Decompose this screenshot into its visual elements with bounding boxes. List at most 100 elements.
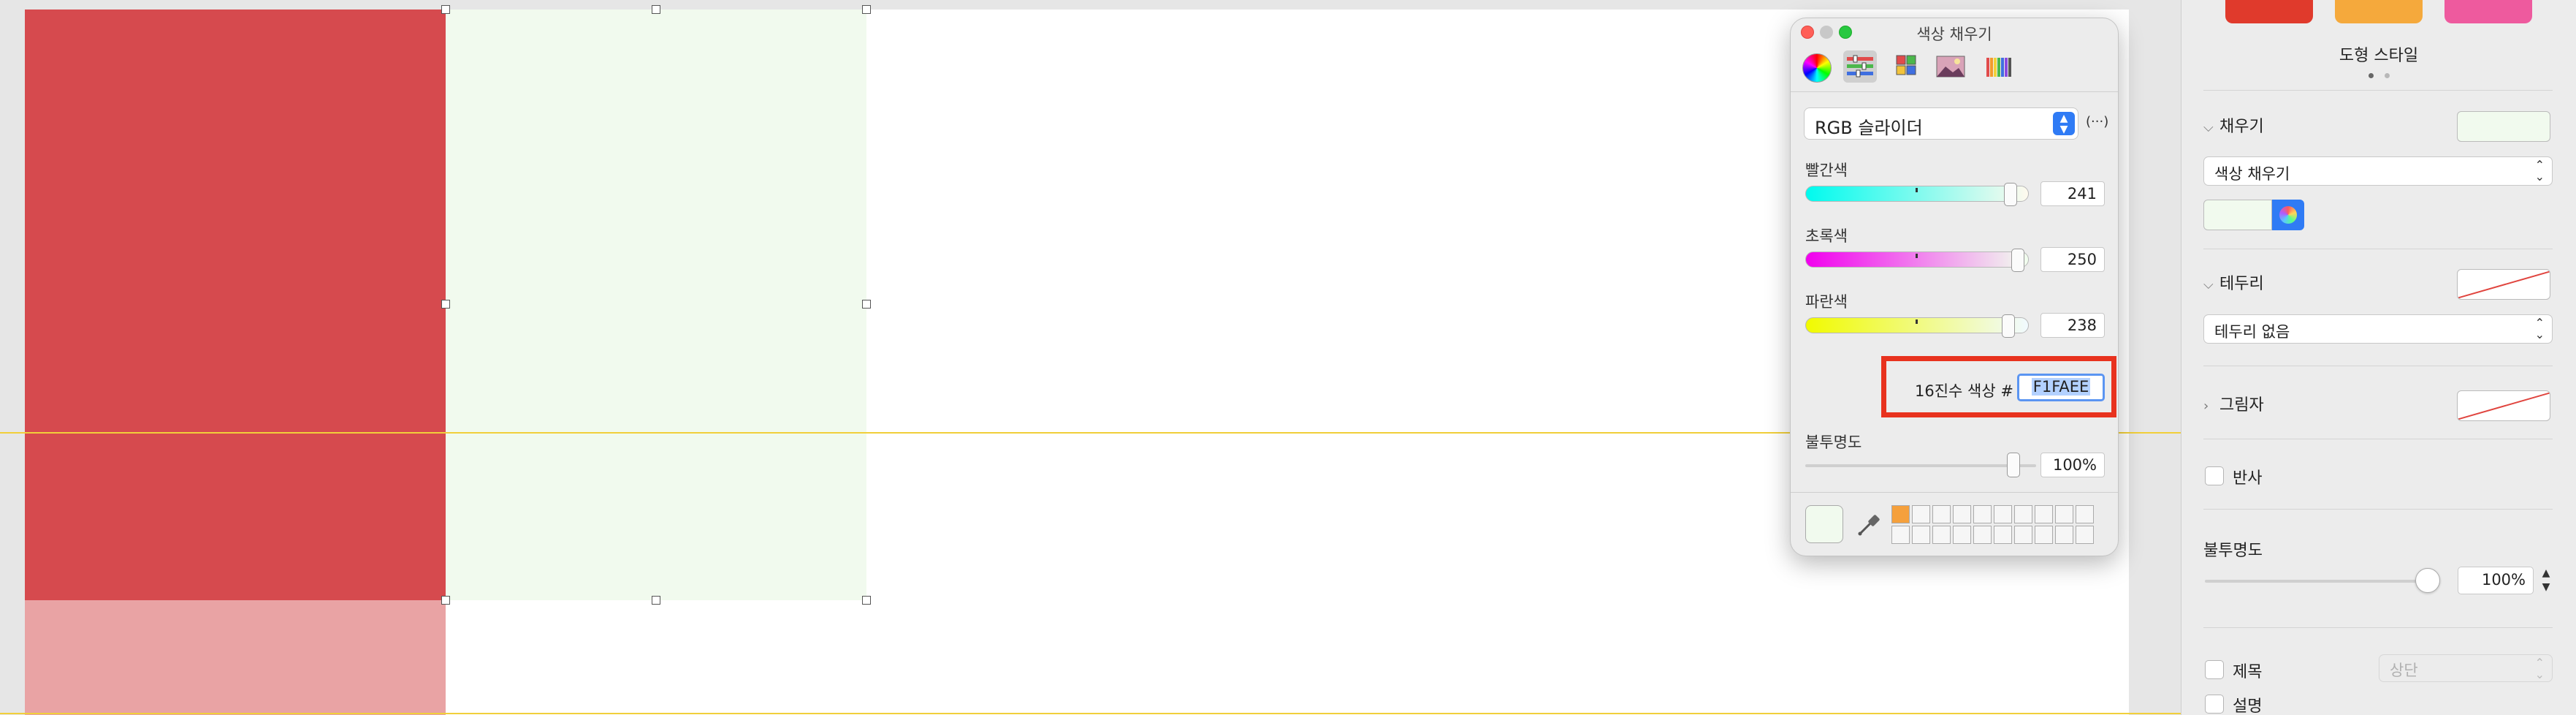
selection-handle[interactable] xyxy=(441,300,450,309)
border-section-toggle[interactable]: ⌵ 테두리 xyxy=(2203,271,2264,294)
color-swatch-slot[interactable] xyxy=(2035,526,2053,544)
reflection-checkbox[interactable] xyxy=(2205,466,2224,485)
color-swatch-slot[interactable] xyxy=(1973,505,1992,523)
panel-divider xyxy=(1791,492,2118,493)
fill-heading: 채우기 xyxy=(2219,118,2264,136)
color-swatch-slot[interactable] xyxy=(2035,505,2053,523)
color-sliders-icon[interactable] xyxy=(1843,50,1877,83)
color-swatch-slot[interactable] xyxy=(1932,526,1951,544)
color-swatch-slot[interactable] xyxy=(2014,526,2032,544)
slider-midpoint-marker xyxy=(1916,319,1918,324)
chevron-up-down-icon: ⌃ ⌄ xyxy=(2534,316,2545,341)
hex-color-field[interactable]: F1FAEE xyxy=(2017,374,2105,401)
shape-style-swatch-pink[interactable] xyxy=(2444,0,2532,23)
color-swatch-slot[interactable] xyxy=(2055,526,2073,544)
title-checkbox[interactable] xyxy=(2205,660,2224,679)
opacity-slider[interactable] xyxy=(1805,464,2036,467)
inspector-opacity-field[interactable]: 100% xyxy=(2458,567,2534,594)
green-rectangle-shape-selected[interactable] xyxy=(446,10,866,600)
color-swatch-slot[interactable] xyxy=(1891,526,1910,544)
color-swatch-slot[interactable] xyxy=(1953,526,1971,544)
alignment-guide xyxy=(0,713,2181,714)
opacity-slider-thumb[interactable] xyxy=(2007,453,2020,477)
shadow-section-toggle[interactable]: › 그림자 xyxy=(2203,392,2264,415)
color-swatch-slot[interactable] xyxy=(2014,505,2032,523)
green-slider-label: 초록색 xyxy=(1805,227,1848,245)
fill-color-button[interactable] xyxy=(2203,200,2272,230)
color-swatch-slot[interactable] xyxy=(1994,505,2012,523)
color-swatch-slot[interactable] xyxy=(1891,505,1910,523)
document-canvas[interactable]: 색상 채우기 RGB 슬라이더 ▲ ▼ (···) 빨간색 241 초록색 25… xyxy=(0,0,2181,715)
blue-value-field[interactable]: 238 xyxy=(2040,313,2105,338)
opacity-stepper[interactable]: ▲ ▼ xyxy=(2538,567,2554,594)
color-swatch-slot[interactable] xyxy=(1912,526,1930,544)
color-wheel-icon[interactable] xyxy=(2272,200,2304,230)
page-dot[interactable] xyxy=(2385,73,2390,78)
color-fill-panel: 색상 채우기 RGB 슬라이더 ▲ ▼ (···) 빨간색 241 초록색 25… xyxy=(1790,18,2119,556)
border-type-select[interactable]: 테두리 없음 ⌃ ⌄ xyxy=(2203,314,2553,344)
selection-handle[interactable] xyxy=(862,300,871,309)
color-swatch-slot[interactable] xyxy=(2076,505,2094,523)
section-divider xyxy=(2203,509,2553,510)
red-slider-thumb[interactable] xyxy=(2004,183,2018,206)
chevron-down-icon: ⌵ xyxy=(2203,120,2214,135)
section-divider xyxy=(2203,627,2553,628)
reflection-label: 반사 xyxy=(2233,469,2263,488)
shadow-preview[interactable] xyxy=(2457,390,2550,421)
current-color-swatch[interactable] xyxy=(1805,505,1843,543)
blue-slider[interactable] xyxy=(1805,314,2029,338)
eyedropper-icon[interactable] xyxy=(1852,508,1884,540)
green-value-field[interactable]: 250 xyxy=(2040,247,2105,272)
color-palettes-icon[interactable] xyxy=(1890,50,1924,83)
selection-handle[interactable] xyxy=(441,5,450,14)
color-mode-select[interactable]: RGB 슬라이더 ▲ ▼ xyxy=(1804,107,2078,140)
more-options-button[interactable]: (···) xyxy=(2086,114,2108,133)
fill-type-select[interactable]: 색상 채우기 ⌃ ⌄ xyxy=(2203,156,2553,186)
slider-midpoint-marker xyxy=(1916,188,1918,192)
saved-color-swatches xyxy=(1891,505,2094,544)
green-slider[interactable] xyxy=(1805,249,2029,272)
title-position-select[interactable]: 상단 ⌃ ⌄ xyxy=(2379,654,2553,682)
shape-style-title: 도형 스타일 xyxy=(2339,47,2419,65)
caption-checkbox-label: 설명 xyxy=(2233,697,2263,715)
blue-slider-thumb[interactable] xyxy=(2001,314,2015,338)
section-divider xyxy=(2203,90,2553,91)
fill-section-toggle[interactable]: ⌵ 채우기 xyxy=(2203,113,2264,137)
selection-handle[interactable] xyxy=(441,596,450,605)
title-checkbox-label: 제목 xyxy=(2233,663,2263,681)
selection-handle[interactable] xyxy=(652,5,660,14)
opacity-heading: 불투명도 xyxy=(2203,542,2263,560)
shape-style-swatch-orange[interactable] xyxy=(2335,0,2423,23)
no-border-line xyxy=(2458,270,2550,299)
color-swatch-slot[interactable] xyxy=(1932,505,1951,523)
no-shadow-line xyxy=(2458,391,2550,420)
inspector-opacity-slider[interactable] xyxy=(2205,580,2424,583)
shape-style-swatch-red[interactable] xyxy=(2225,0,2313,23)
color-swatch-slot[interactable] xyxy=(2076,526,2094,544)
red-rectangle-shape[interactable] xyxy=(25,10,446,600)
color-swatch-slot[interactable] xyxy=(2055,505,2073,523)
pink-rectangle-shape[interactable] xyxy=(25,600,446,715)
green-slider-thumb[interactable] xyxy=(2011,249,2025,272)
red-slider[interactable] xyxy=(1805,183,2029,206)
color-swatch-slot[interactable] xyxy=(1912,505,1930,523)
color-swatch-slot[interactable] xyxy=(1973,526,1992,544)
inspector-opacity-slider-thumb[interactable] xyxy=(2415,568,2440,593)
opacity-label: 불투명도 xyxy=(1805,434,1862,451)
page-dot-active[interactable] xyxy=(2369,73,2374,78)
caption-checkbox[interactable] xyxy=(2205,695,2224,714)
fill-color-well[interactable] xyxy=(2457,111,2550,142)
pencils-icon[interactable] xyxy=(1982,50,2016,83)
color-wheel-icon[interactable] xyxy=(1802,53,1832,83)
image-palettes-icon[interactable] xyxy=(1934,50,1967,83)
title-position-value: 상단 xyxy=(2390,662,2418,679)
border-preview[interactable] xyxy=(2457,269,2550,300)
color-swatch-slot[interactable] xyxy=(1953,505,1971,523)
color-swatch-slot[interactable] xyxy=(1994,526,2012,544)
red-value-field[interactable]: 241 xyxy=(2040,181,2105,206)
opacity-value-field[interactable]: 100% xyxy=(2040,453,2105,477)
selection-handle[interactable] xyxy=(862,5,871,14)
selection-handle[interactable] xyxy=(862,596,871,605)
selection-handle[interactable] xyxy=(652,596,660,605)
chevron-up-down-icon: ▲ ▼ xyxy=(2053,112,2075,135)
